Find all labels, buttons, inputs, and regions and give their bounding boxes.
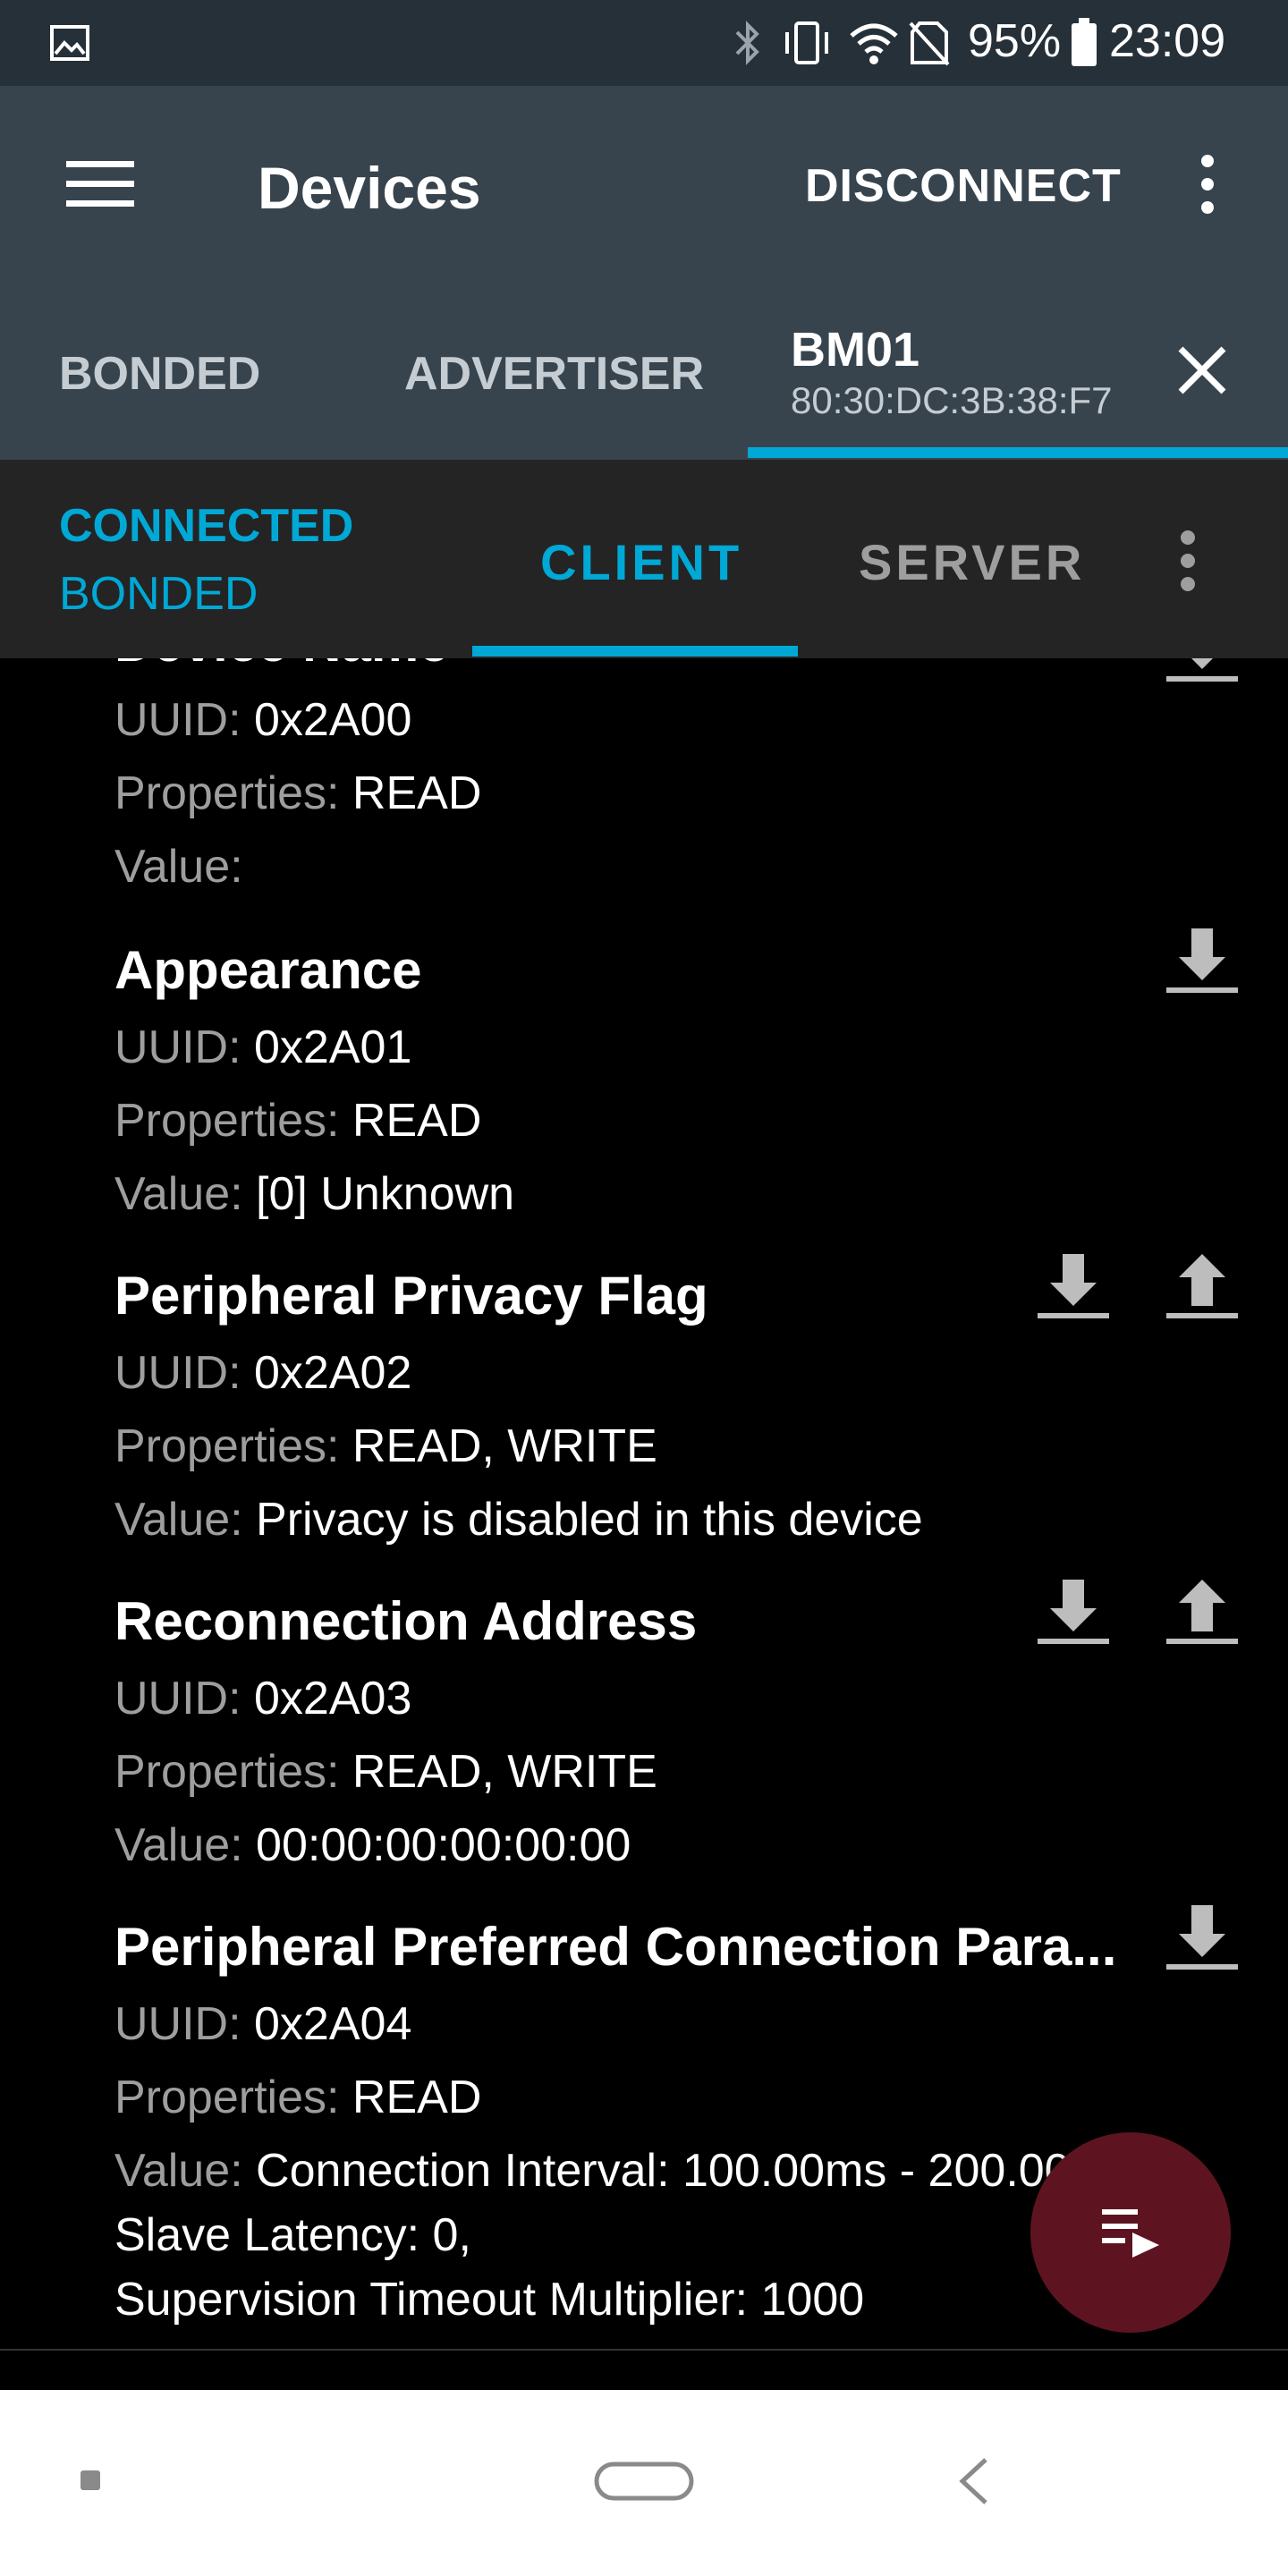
uuid-label: UUID: [114,1673,242,1724]
close-icon[interactable] [1177,345,1227,400]
wifi-icon [848,20,900,71]
vibrate-icon [780,20,834,71]
characteristic-name: Peripheral Preferred Connection Para... [114,1917,1117,1977]
properties-value: READ [352,1095,482,1147]
uuid-label: UUID: [114,694,242,746]
navigation-bar [0,2390,1288,2576]
write-icon[interactable] [1166,1576,1238,1648]
write-icon[interactable] [1166,1250,1238,1322]
properties-value: READ, WRITE [352,1746,657,1798]
properties-label: Properties: [114,1420,340,1472]
playlist-play-icon [1102,2207,1161,2262]
properties-label: Properties: [114,2072,340,2123]
list-footer-divider [0,2349,1288,2392]
battery-icon [1070,18,1098,72]
connection-state: CONNECTED [59,500,354,552]
app-bar: Devices DISCONNECT [0,86,1288,292]
device-name: BM01 [791,323,920,377]
characteristics-list[interactable]: Device Name UUID: 0x2A00 Properties: REA… [0,658,1288,2349]
properties-label: Properties: [114,1095,340,1147]
read-icon[interactable] [1038,1250,1109,1322]
read-icon[interactable] [1166,1902,1238,1973]
uuid-value: 0x2A01 [254,1021,412,1073]
characteristic-value: [0] Unknown [256,1168,515,1220]
tab-indicator [748,447,1288,458]
page-title: Devices [258,155,481,221]
characteristic-value: Connection Interval: 100.00ms - 200.00ms… [256,2145,1146,2197]
uuid-value: 0x2A04 [254,1998,412,2050]
battery-percent: 95% [968,15,1062,67]
characteristic-name: Appearance [114,940,422,1000]
no-sim-icon [909,20,950,71]
tab-device[interactable]: BM01 80:30:DC:3B:38:F7 [791,322,1113,422]
read-icon[interactable] [1166,658,1238,685]
device-tabs: BONDED ADVERTISER BM01 80:30:DC:3B:38:F7 [0,292,1288,460]
properties-value: READ [352,2072,482,2123]
tab-advertiser[interactable]: ADVERTISER [404,347,704,401]
read-icon[interactable] [1038,1576,1109,1648]
list-item: Appearance UUID: 0x2A01 Properties: READ… [114,939,1277,1221]
properties-label: Properties: [114,767,340,819]
device-address: 80:30:DC:3B:38:F7 [791,379,1113,421]
characteristic-value: Privacy is disabled in this device [256,1494,923,1546]
gallery-icon [48,21,91,69]
uuid-label: UUID: [114,1998,242,2050]
value-label: Value: [114,1819,243,1871]
bond-state: BONDED [59,568,258,620]
clock: 23:09 [1109,15,1226,67]
log-fab-button[interactable] [1030,2132,1231,2333]
read-icon[interactable] [1166,925,1238,996]
bluetooth-icon [732,20,764,71]
more-options-icon[interactable] [1177,530,1199,597]
more-options-icon[interactable] [1190,154,1225,219]
tab-indicator [472,646,798,657]
tab-bonded[interactable]: BONDED [59,347,260,401]
back-icon[interactable] [955,2456,991,2511]
characteristic-value: 00:00:00:00:00:00 [256,1819,631,1871]
uuid-value: 0x2A03 [254,1673,412,1724]
tab-server[interactable]: SERVER [859,533,1085,591]
value-label: Value: [114,2145,243,2197]
value-label: Value: [114,841,243,893]
properties-label: Properties: [114,1746,340,1798]
list-item: Device Name UUID: 0x2A00 Properties: REA… [114,658,1277,894]
tab-client[interactable]: CLIENT [540,533,742,591]
value-label: Value: [114,1494,243,1546]
status-bar: 95% 23:09 [0,0,1288,86]
uuid-label: UUID: [114,1347,242,1399]
uuid-value: 0x2A02 [254,1347,412,1399]
characteristic-name: Device Name [114,658,1277,674]
uuid-label: UUID: [114,1021,242,1073]
connection-bar: CONNECTED BONDED CLIENT SERVER [0,460,1288,658]
home-icon[interactable] [594,2462,694,2505]
menu-icon[interactable] [64,157,136,216]
disconnect-button[interactable]: DISCONNECT [805,159,1122,213]
properties-value: READ [352,767,482,819]
properties-value: READ, WRITE [352,1420,657,1472]
recents-icon[interactable] [79,2469,102,2496]
uuid-value: 0x2A00 [254,694,412,746]
value-label: Value: [114,1168,243,1220]
